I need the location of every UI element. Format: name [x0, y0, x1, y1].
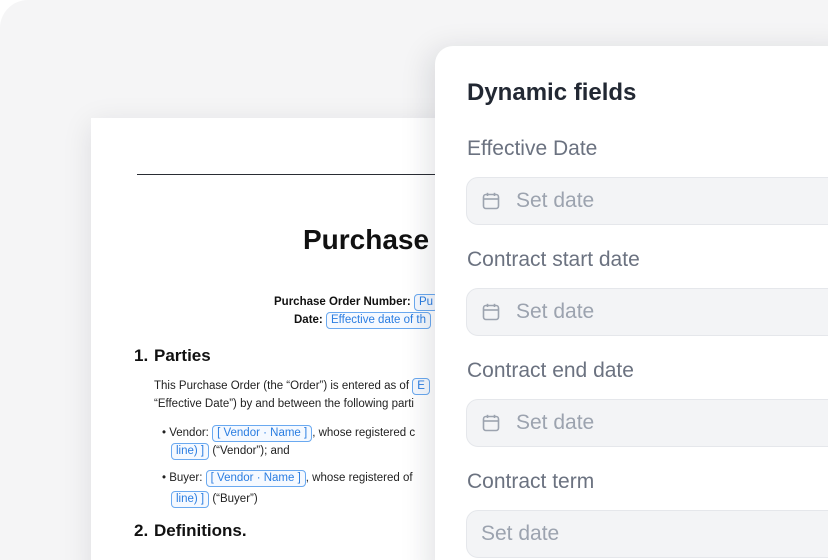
- buyer-address-field[interactable]: line) ]: [171, 491, 210, 508]
- dynamic-fields-panel: Dynamic fields Effective Date Set date C…: [435, 46, 828, 560]
- section-number: 1.: [134, 346, 149, 365]
- contract-term-placeholder: Set date: [481, 522, 560, 545]
- contract-end-date-placeholder: Set date: [516, 411, 595, 434]
- section-heading-definitions: 2. Definitions.: [134, 521, 247, 541]
- calendar-icon: [482, 414, 500, 432]
- date-field[interactable]: Effective date of th: [325, 312, 432, 329]
- effective-date-input[interactable]: Set date: [466, 177, 828, 225]
- buyer-line-2: line) ] (“Buyer”): [171, 491, 258, 508]
- contract-start-date-input[interactable]: Set date: [466, 288, 828, 336]
- parties-paragraph-line-2: “Effective Date”) by and between the fol…: [154, 398, 414, 410]
- panel-title: Dynamic fields: [467, 79, 637, 106]
- contract-start-date-placeholder: Set date: [516, 300, 595, 323]
- effective-date-field[interactable]: E: [412, 378, 430, 395]
- date-line: Date: Effective date of th: [294, 312, 432, 329]
- order-number-label: Purchase Order Number:: [274, 296, 411, 308]
- contract-end-date-input[interactable]: Set date: [466, 399, 828, 447]
- vendor-address-field[interactable]: line) ]: [171, 443, 210, 460]
- section-number: 2.: [134, 521, 149, 540]
- buyer-name-field[interactable]: [ Vendor · Name ]: [205, 470, 306, 487]
- contract-term-input[interactable]: Set date: [466, 510, 828, 558]
- section-title: Definitions.: [154, 521, 247, 540]
- vendor-line: • Vendor: [ Vendor · Name ], whose regis…: [162, 425, 415, 442]
- document-title: Purchase: [303, 224, 430, 255]
- header-rule: [137, 174, 477, 175]
- contract-start-date-label: Contract start date: [467, 248, 640, 271]
- vendor-name-field[interactable]: [ Vendor · Name ]: [212, 425, 313, 442]
- contract-end-date-label: Contract end date: [467, 359, 634, 382]
- calendar-icon: [482, 192, 500, 210]
- calendar-icon: [482, 303, 500, 321]
- buyer-line: • Buyer: [ Vendor · Name ], whose regist…: [162, 470, 413, 487]
- vendor-line-2: line) ] (“Vendor”); and: [171, 443, 290, 460]
- section-heading-parties: 1. Parties: [134, 346, 211, 366]
- order-number-line: Purchase Order Number: Pu: [274, 294, 439, 311]
- parties-paragraph-line-1: This Purchase Order (the “Order”) is ent…: [154, 378, 430, 395]
- section-title: Parties: [154, 346, 211, 365]
- contract-term-label: Contract term: [467, 470, 595, 493]
- canvas: Purchase Purchase Order Number: Pu Date:…: [0, 0, 828, 560]
- effective-date-placeholder: Set date: [516, 189, 595, 212]
- date-label: Date:: [294, 314, 323, 326]
- effective-date-label: Effective Date: [467, 137, 598, 160]
